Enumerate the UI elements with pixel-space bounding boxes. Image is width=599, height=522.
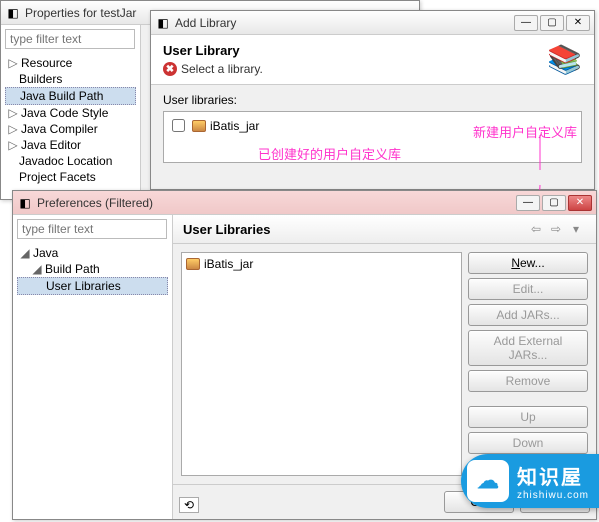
library-name: iBatis_jar: [204, 257, 253, 271]
edit-button[interactable]: Edit...: [468, 278, 588, 300]
nav-forward-icon[interactable]: ⇨: [546, 221, 566, 237]
watermark-name: 知识屋: [517, 461, 589, 490]
minimize-button[interactable]: —: [516, 195, 540, 211]
watermark: ☁ 知识屋 zhishiwu.com: [461, 454, 599, 508]
tree-javadoc-location[interactable]: Javadoc Location: [5, 153, 136, 169]
expand-icon: ▷: [7, 106, 19, 120]
watermark-domain: zhishiwu.com: [517, 490, 589, 501]
tree-java-code-style[interactable]: ▷Java Code Style: [5, 105, 136, 121]
add-jars-button[interactable]: Add JARs...: [468, 304, 588, 326]
addlib-subtext: Select a library.: [181, 62, 263, 76]
close-button[interactable]: ✕: [566, 15, 590, 31]
library-item[interactable]: iBatis_jar: [186, 257, 457, 271]
collapse-icon: ◢: [19, 246, 31, 260]
expand-icon: ▷: [7, 138, 19, 152]
annotation-created: 已创建好的用户自定义库: [258, 144, 401, 163]
books-icon: 📚: [547, 43, 582, 76]
minimize-button[interactable]: —: [514, 15, 538, 31]
addlib-heading: User Library: [163, 43, 547, 58]
close-button[interactable]: ✕: [568, 195, 592, 211]
tree-builders[interactable]: Builders: [5, 71, 136, 87]
nav-menu-icon[interactable]: ▾: [566, 221, 586, 237]
tree-java[interactable]: ◢Java: [17, 245, 168, 261]
tree-build-path[interactable]: ◢Build Path: [17, 261, 168, 277]
tree-user-libraries[interactable]: User Libraries: [17, 277, 168, 295]
eclipse-icon: ◧: [5, 5, 21, 21]
annotation-new: 新建用户自定义库: [473, 122, 577, 141]
remove-button[interactable]: Remove: [468, 370, 588, 392]
library-name: iBatis_jar: [210, 119, 259, 133]
prefs-page-title: User Libraries: [183, 222, 526, 237]
prefs-library-list[interactable]: iBatis_jar: [181, 252, 462, 476]
collapse-icon: ◢: [31, 262, 43, 276]
properties-filter-input[interactable]: [5, 29, 135, 49]
expand-icon: ▷: [7, 122, 19, 136]
prefs-filter-input[interactable]: [17, 219, 167, 239]
down-button[interactable]: Down: [468, 432, 588, 454]
maximize-button[interactable]: ▢: [542, 195, 566, 211]
tree-project-facets[interactable]: Project Facets: [5, 169, 136, 185]
jar-icon: [186, 258, 200, 270]
eclipse-icon: ◧: [155, 15, 171, 31]
addlib-title: Add Library: [175, 16, 514, 30]
properties-tree: ▷Resource Builders Java Build Path ▷Java…: [1, 53, 140, 187]
prefs-tree: ◢Java ◢Build Path User Libraries: [13, 243, 172, 297]
add-external-jars-button[interactable]: Add External JARs...: [468, 330, 588, 366]
nav-back-icon[interactable]: ⇦: [526, 221, 546, 237]
up-button[interactable]: Up: [468, 406, 588, 428]
library-checkbox[interactable]: [172, 119, 185, 132]
tree-java-compiler[interactable]: ▷Java Compiler: [5, 121, 136, 137]
eclipse-icon: ◧: [17, 195, 33, 211]
user-libraries-label: User libraries:: [163, 93, 582, 107]
error-icon: ✖: [163, 62, 177, 76]
tree-java-editor[interactable]: ▷Java Editor: [5, 137, 136, 153]
prefs-title: Preferences (Filtered): [37, 196, 516, 210]
new-button[interactable]: NNew...ew...: [468, 252, 588, 274]
expand-icon: ▷: [7, 56, 19, 70]
watermark-logo-icon: ☁: [467, 460, 509, 502]
jar-icon: [192, 120, 206, 132]
tree-resource[interactable]: ▷Resource: [5, 55, 136, 71]
maximize-button[interactable]: ▢: [540, 15, 564, 31]
tree-java-build-path[interactable]: Java Build Path: [5, 87, 136, 105]
restore-defaults-icon[interactable]: ⟲: [179, 497, 199, 513]
